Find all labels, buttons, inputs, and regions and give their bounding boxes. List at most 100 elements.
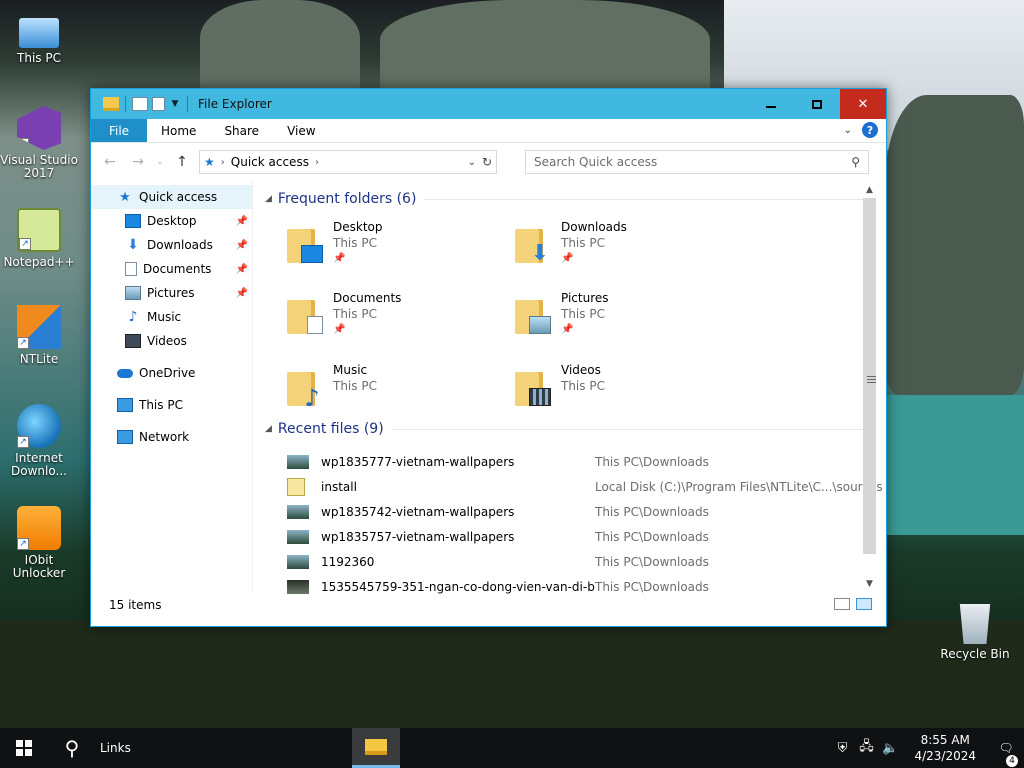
refresh-icon[interactable]: ↻ xyxy=(482,155,492,169)
list-item[interactable]: 1192360 This PC\Downloads xyxy=(287,549,886,574)
pin-icon: 📌 xyxy=(235,215,248,227)
this-pc-icon xyxy=(19,18,59,48)
collapse-triangle-icon: ◢ xyxy=(265,424,272,434)
quick-access-toolbar: ▼ xyxy=(91,96,190,112)
nav-item-music[interactable]: ♪ Music xyxy=(91,305,252,329)
customize-toolbar-dropdown[interactable]: ▼ xyxy=(169,99,181,109)
clock-date: 4/23/2024 xyxy=(914,749,976,763)
links-toolbar[interactable]: Links xyxy=(100,741,131,755)
security-shield-icon[interactable]: ⛨ xyxy=(830,741,854,756)
nav-item-onedrive[interactable]: OneDrive xyxy=(91,361,252,385)
close-button[interactable]: ✕ xyxy=(840,89,886,119)
large-icons-view-icon[interactable] xyxy=(856,598,872,610)
details-view-icon[interactable] xyxy=(834,598,850,610)
expand-ribbon-icon[interactable]: ⌄ xyxy=(844,125,852,136)
shortcut-arrow-icon: ↗ xyxy=(17,138,29,150)
back-button[interactable]: ← xyxy=(99,154,121,170)
pin-icon: 📌 xyxy=(561,253,574,264)
search-input[interactable]: Search Quick access xyxy=(534,155,657,169)
recycle-bin-icon xyxy=(959,604,991,644)
nav-item-network[interactable]: Network xyxy=(91,425,252,449)
desktop-icon-notepadpp[interactable]: ↗ Notepad++ xyxy=(0,208,78,269)
forward-button[interactable]: → xyxy=(127,154,149,170)
nav-item-downloads[interactable]: ⬇ Downloads 📌 xyxy=(91,233,252,257)
nav-item-pictures[interactable]: Pictures 📌 xyxy=(91,281,252,305)
chevron-right-icon[interactable]: › xyxy=(221,157,225,168)
desktop-icon-recycle-bin[interactable]: Recycle Bin xyxy=(936,604,1014,661)
chevron-right-icon[interactable]: › xyxy=(315,157,319,168)
nav-item-desktop[interactable]: Desktop 📌 xyxy=(91,209,252,233)
recent-locations-dropdown[interactable]: ⌄ xyxy=(155,157,165,167)
nav-item-quick-access[interactable]: ★ Quick access xyxy=(91,185,252,209)
tab-file[interactable]: File xyxy=(91,119,147,142)
nav-item-this-pc[interactable]: This PC xyxy=(91,393,252,417)
recent-files-header[interactable]: ◢ Recent files (9) xyxy=(265,419,886,439)
folder-pictures-icon xyxy=(515,294,551,335)
install-file-icon xyxy=(287,477,305,496)
address-dropdown-icon[interactable]: ⌄ xyxy=(468,157,476,168)
search-icon: ⚲ xyxy=(851,155,860,169)
network-status-icon[interactable]: 🖧 xyxy=(854,737,878,759)
tab-view[interactable]: View xyxy=(273,119,329,142)
this-pc-icon xyxy=(117,398,133,412)
download-icon: ⬇ xyxy=(127,237,139,253)
folder-tile-videos[interactable]: Videos This PC xyxy=(515,362,743,412)
minimize-button[interactable] xyxy=(748,89,794,119)
network-icon xyxy=(117,430,133,444)
vertical-scrollbar[interactable]: ▲ ▼ xyxy=(861,181,878,592)
desktop-icon-iobit[interactable]: ↗ IObit Unlocker xyxy=(0,506,78,580)
nav-item-videos[interactable]: Videos xyxy=(91,329,252,353)
up-button[interactable]: ↑ xyxy=(171,154,193,170)
start-button[interactable] xyxy=(0,728,48,768)
title-bar[interactable]: ▼ File Explorer ✕ xyxy=(91,89,886,119)
list-item[interactable]: install Local Disk (C:)\Program Files\NT… xyxy=(287,474,886,499)
pin-icon: 📌 xyxy=(235,239,248,251)
image-file-icon xyxy=(287,454,309,469)
star-icon: ★ xyxy=(119,190,131,205)
folder-music-icon: ♪ xyxy=(287,366,323,410)
notepadpp-icon: ↗ xyxy=(17,208,61,252)
new-folder-icon[interactable] xyxy=(152,97,165,111)
address-bar[interactable]: ★ › Quick access › ⌄ ↻ xyxy=(199,150,497,174)
folder-tile-music[interactable]: ♪ Music This PC xyxy=(287,362,515,412)
search-box[interactable]: Search Quick access ⚲ xyxy=(525,150,869,174)
nav-item-documents[interactable]: Documents 📌 xyxy=(91,257,252,281)
wallpaper-rock xyxy=(885,95,1024,395)
folder-documents-icon xyxy=(287,294,323,335)
folder-downloads-icon: ⬇ xyxy=(515,223,551,265)
search-icon[interactable]: ⚲ xyxy=(48,736,96,760)
documents-icon xyxy=(125,262,137,276)
window-controls: ✕ xyxy=(748,89,886,119)
music-icon: ♪ xyxy=(128,309,138,325)
list-item[interactable]: wp1835742-vietnam-wallpapers This PC\Dow… xyxy=(287,499,886,524)
tab-home[interactable]: Home xyxy=(147,119,210,142)
frequent-folders-header[interactable]: ◢ Frequent folders (6) xyxy=(265,189,886,209)
folder-tile-downloads[interactable]: ⬇ Downloads This PC 📌 xyxy=(515,219,743,269)
videos-icon xyxy=(125,334,141,348)
maximize-button[interactable] xyxy=(794,89,840,119)
folder-tile-desktop[interactable]: Desktop This PC 📌 xyxy=(287,219,515,269)
breadcrumb-quick-access[interactable]: Quick access xyxy=(231,155,309,169)
scrollbar-thumb[interactable] xyxy=(863,198,876,554)
scroll-up-arrow[interactable]: ▲ xyxy=(861,181,878,198)
volume-muted-icon[interactable]: 🔈 xyxy=(878,741,902,756)
desktop-icon-this-pc[interactable]: This PC xyxy=(0,10,78,65)
help-icon[interactable]: ? xyxy=(862,122,878,138)
scroll-down-arrow[interactable]: ▼ xyxy=(861,575,878,592)
folder-tile-pictures[interactable]: Pictures This PC 📌 xyxy=(515,290,743,340)
list-item[interactable]: wp1835777-vietnam-wallpapers This PC\Dow… xyxy=(287,449,886,474)
tab-share[interactable]: Share xyxy=(210,119,273,142)
desktop-icon-idm[interactable]: ↗ Internet Downlo... xyxy=(0,404,78,478)
desktop-icon-ntlite[interactable]: ↗ NTLite xyxy=(0,305,78,366)
desktop-icon-visual-studio[interactable]: ↗ Visual Studio 2017 xyxy=(0,106,78,180)
wallpaper-water xyxy=(885,395,1024,535)
action-center-button[interactable]: 🗨 4 xyxy=(988,741,1024,767)
folder-videos-icon xyxy=(515,366,551,406)
taskbar-file-explorer[interactable] xyxy=(352,728,400,768)
item-count: 15 items xyxy=(109,598,162,612)
collapse-triangle-icon: ◢ xyxy=(265,194,272,204)
folder-tile-documents[interactable]: Documents This PC 📌 xyxy=(287,290,515,340)
clock[interactable]: 8:55 AM 4/23/2024 xyxy=(902,732,988,764)
properties-icon[interactable] xyxy=(132,97,148,111)
list-item[interactable]: wp1835757-vietnam-wallpapers This PC\Dow… xyxy=(287,524,886,549)
